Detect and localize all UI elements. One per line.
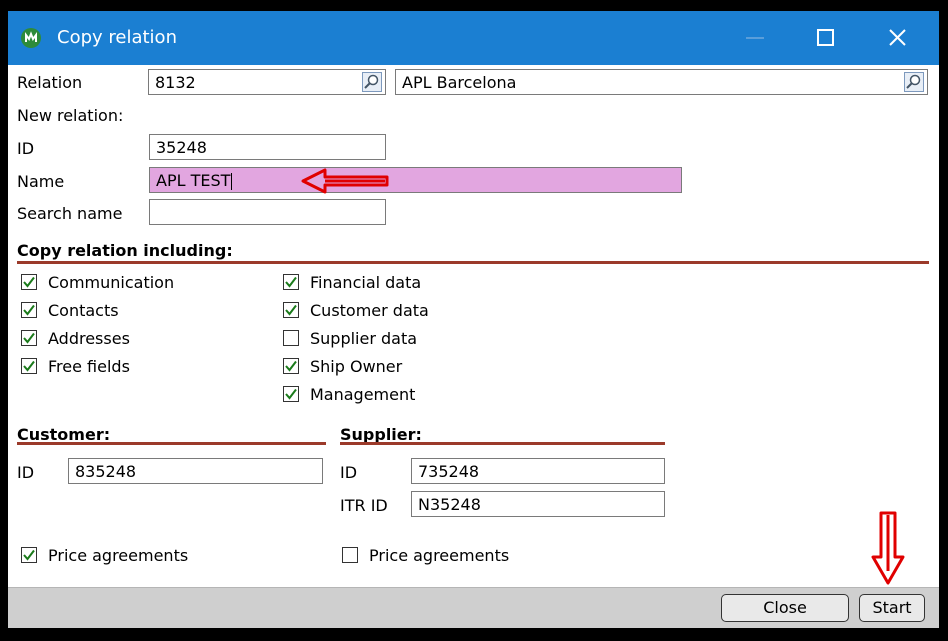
checkbox-communication[interactable] [21, 274, 37, 290]
new-name-label: Name [17, 172, 65, 191]
checkbox-management[interactable] [283, 386, 299, 402]
relation-code-field[interactable]: 8132 [148, 69, 386, 95]
new-name-value: APL TEST [156, 171, 231, 190]
search-name-label: Search name [17, 204, 123, 223]
maximize-icon [817, 29, 834, 46]
new-name-field[interactable]: APL TEST [149, 167, 682, 193]
customer-id-label: ID [17, 463, 35, 482]
new-relation-heading: New relation: [17, 106, 124, 125]
checkmark-icon [23, 549, 35, 561]
supplier-id-field[interactable]: 735248 [411, 458, 665, 484]
checkbox-ship-owner[interactable] [283, 358, 299, 374]
label-customer-data: Customer data [310, 301, 429, 320]
checkmark-icon [285, 360, 297, 372]
window-title: Copy relation [57, 27, 177, 48]
relation-name-lookup-icon[interactable] [904, 72, 924, 92]
new-id-label: ID [17, 139, 35, 158]
checkbox-financial-data[interactable] [283, 274, 299, 290]
checkbox-customer-price-agreements[interactable] [21, 547, 37, 563]
checkbox-supplier-data[interactable] [283, 330, 299, 346]
checkbox-free-fields[interactable] [21, 358, 37, 374]
customer-rule [17, 442, 326, 445]
supplier-rule [340, 442, 665, 445]
relation-name-field[interactable]: APL Barcelona [395, 69, 928, 95]
checkbox-contacts[interactable] [21, 302, 37, 318]
label-communication: Communication [48, 273, 175, 292]
label-customer-price-agreements: Price agreements [48, 546, 189, 565]
checkmark-icon [285, 276, 297, 288]
start-button[interactable]: Start [859, 594, 925, 622]
label-ship-owner: Ship Owner [310, 357, 403, 376]
label-addresses: Addresses [48, 329, 130, 348]
copy-relation-dialog: Copy relation Relation 8132 APL Barcelon… [8, 11, 939, 628]
relation-code-lookup-icon[interactable] [362, 72, 382, 92]
checkbox-addresses[interactable] [21, 330, 37, 346]
customer-id-field[interactable]: 835248 [68, 458, 323, 484]
close-icon [889, 29, 906, 46]
copy-including-rule [17, 261, 929, 264]
supplier-itr-id-label: ITR ID [340, 496, 388, 515]
checkmark-icon [23, 360, 35, 372]
red-arrow-left-icon [301, 168, 389, 194]
title-bar[interactable]: Copy relation [8, 11, 939, 65]
close-window-button[interactable] [862, 11, 934, 65]
checkmark-icon [23, 276, 35, 288]
app-icon [21, 28, 41, 48]
checkbox-customer-data[interactable] [283, 302, 299, 318]
checkbox-supplier-price-agreements[interactable] [342, 547, 358, 563]
label-financial-data: Financial data [310, 273, 422, 292]
close-button[interactable]: Close [721, 594, 849, 622]
relation-label: Relation [17, 73, 83, 92]
maximize-button[interactable] [791, 11, 863, 65]
checkmark-icon [285, 388, 297, 400]
label-contacts: Contacts [48, 301, 119, 320]
checkmark-icon [23, 304, 35, 316]
copy-including-title: Copy relation including: [17, 241, 233, 260]
supplier-id-label: ID [340, 463, 358, 482]
label-management: Management [310, 385, 416, 404]
checkmark-icon [23, 332, 35, 344]
button-bar: Close Start [8, 587, 939, 628]
search-name-field[interactable] [149, 199, 386, 225]
checkmark-icon [285, 304, 297, 316]
red-arrow-down-icon [871, 511, 905, 585]
minimize-icon [746, 37, 764, 39]
text-cursor [231, 173, 233, 190]
new-id-field[interactable]: 35248 [149, 134, 386, 160]
label-free-fields: Free fields [48, 357, 130, 376]
minimize-button[interactable] [720, 11, 792, 65]
supplier-itr-id-field[interactable]: N35248 [411, 491, 665, 517]
label-supplier-price-agreements: Price agreements [369, 546, 510, 565]
label-supplier-data: Supplier data [310, 329, 418, 348]
